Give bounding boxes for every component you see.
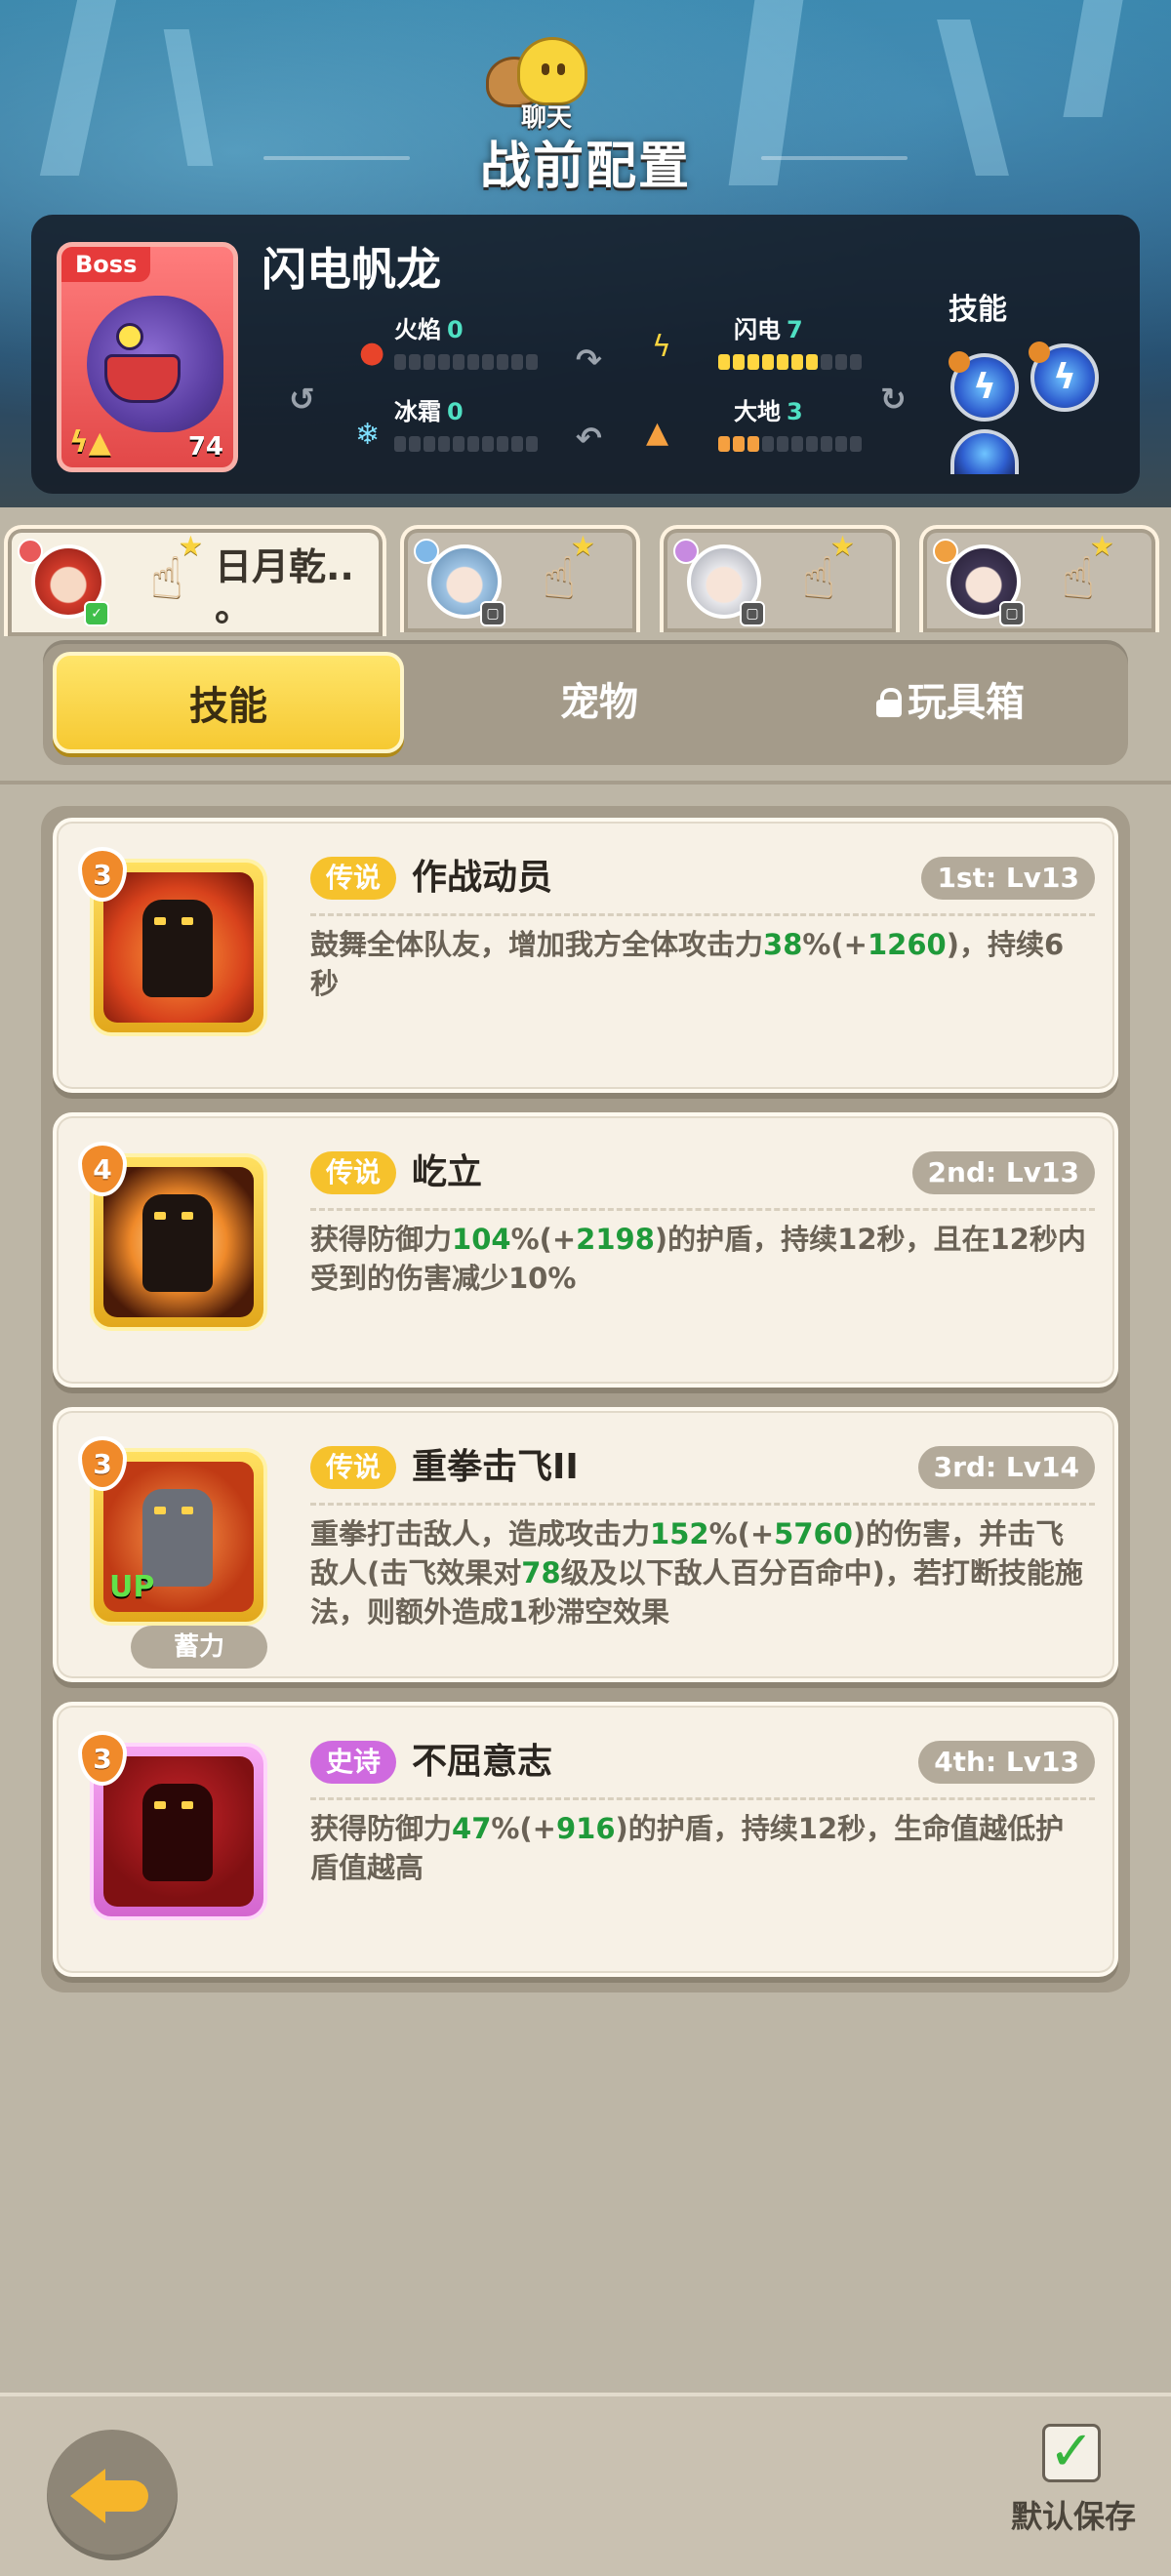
lightning-icon: ϟ — [652, 330, 671, 364]
war-mobilization-icon — [103, 872, 254, 1023]
element-lightning-value: 7 — [787, 316, 803, 343]
boss-level: 74 — [187, 432, 223, 462]
tab-skills[interactable]: 技能 — [53, 652, 404, 753]
hero-status-icon: ✓ — [84, 601, 109, 626]
hero-name: 日月乾.. 。 — [215, 545, 354, 629]
hero-class-badge — [414, 539, 439, 564]
boss-name: 闪电帆龙 — [262, 243, 441, 296]
boss-skill-lightning-icon[interactable]: ϟ — [949, 351, 1019, 422]
rarity-tag: 传说 — [310, 857, 397, 900]
category-tab-bar: 技能 宠物 玩具箱 — [43, 640, 1128, 765]
skill-description: 重拳打击敌人，造成攻击力152%(+5760)的伤害，并击飞敌人(击飞效果对78… — [310, 1517, 1083, 1629]
hero-tab-1[interactable]: ✓ ☝ ★ 日月乾.. 。 — [4, 525, 386, 636]
skill-description: 获得防御力47%(+916)的护盾，持续12秒，生命值越低护盾值越高 — [310, 1812, 1065, 1884]
rarity-tag: 传说 — [310, 1151, 397, 1194]
page-title: 战前配置 — [479, 138, 691, 196]
boss-info-panel: Boss ϟ▲ 74 闪电帆龙 ● 火焰 0 ❄ 冰霜 0 ϟ 闪电 7 ▲ 大地 3 … — [31, 215, 1140, 494]
boss-skill-lightning-icon[interactable]: ϟ — [1029, 342, 1099, 412]
charge-tag: 蓄力 — [131, 1626, 267, 1669]
tap-hand-icon: ☝ ★ — [149, 530, 203, 612]
element-earth-label: 大地 3 — [734, 398, 803, 425]
skill-slot-tag: 4th: Lv13 — [918, 1741, 1095, 1784]
element-arrow-icon: ↺ — [289, 381, 315, 418]
skill-name: 重拳击飞II — [412, 1447, 579, 1487]
heavy-punch-icon: UP — [103, 1462, 254, 1612]
back-arrow-icon — [103, 2480, 148, 2512]
element-lightning-label: 闪电 7 — [734, 316, 803, 343]
skill-description: 获得防御力104%(+2198)的护盾，持续12秒，且在12秒内受到的伤害减少1… — [310, 1223, 1086, 1295]
hero-status-icon: ▢ — [740, 601, 765, 626]
element-lightning-bar — [718, 354, 862, 370]
stand-firm-icon — [103, 1167, 254, 1317]
rarity-tag: 史诗 — [310, 1741, 397, 1784]
skill-slot-tag: 3rd: Lv14 — [917, 1446, 1095, 1489]
element-arrow-icon: ↶ — [576, 420, 602, 457]
skill-slot-tag: 2nd: Lv13 — [911, 1151, 1095, 1194]
element-frost: 冰霜 0 — [394, 392, 538, 452]
dashed-divider — [310, 913, 1095, 916]
element-frost-bar — [394, 436, 538, 452]
indomitable-will-icon — [103, 1756, 254, 1907]
boss-portrait[interactable]: Boss ϟ▲ 74 — [57, 242, 238, 472]
element-fire-value: 0 — [447, 316, 464, 343]
tap-hand-icon: ☝ ★ — [801, 530, 855, 612]
hero-tab-3[interactable]: ▢ ☝ ★ — [660, 525, 900, 632]
hero-tab-4[interactable]: ▢ ☝ ★ — [919, 525, 1159, 632]
back-arrow-icon — [70, 2469, 105, 2523]
back-button[interactable] — [47, 2430, 178, 2560]
lightning-element-icon: ϟ▲ — [69, 425, 111, 460]
upgrade-tag: UP — [109, 1570, 155, 1604]
element-earth-bar — [718, 436, 862, 452]
skill-list: 3 传说 作战动员 1st: Lv13 鼓舞全体队友，增加我方全体攻击力38%(… — [41, 806, 1130, 1992]
boss-dragon-image — [87, 296, 223, 432]
element-arrow-icon: ↷ — [576, 342, 602, 379]
tab-pets[interactable]: 宠物 — [453, 652, 746, 753]
element-fire-bar — [394, 354, 538, 370]
dashed-divider — [310, 1208, 1095, 1211]
element-earth-value: 3 — [787, 398, 803, 425]
skill-slot-tag: 1st: Lv13 — [921, 857, 1095, 900]
divider — [0, 781, 1171, 785]
skill-description: 鼓舞全体队友，增加我方全体攻击力38%(+1260)，持续6秒 — [310, 928, 1065, 1000]
tab-toybox[interactable]: 玩具箱 — [804, 652, 1097, 753]
tap-hand-icon: ☝ ★ — [542, 530, 595, 612]
chat-bubble-front — [517, 37, 587, 105]
element-lightning: 闪电 7 — [718, 310, 862, 370]
frost-icon: ❄ — [355, 418, 381, 452]
hero-class-badge — [673, 539, 699, 564]
crystal-decoration — [1063, 0, 1123, 117]
hero-tab-2[interactable]: ▢ ☝ ★ — [400, 525, 640, 632]
boss-skill-lightning-icon[interactable] — [950, 429, 1019, 474]
hero-status-icon: ▢ — [999, 601, 1025, 626]
skill-card-4[interactable]: 3 史诗 不屈意志 4th: Lv13 获得防御力47%(+916)的护盾，持续… — [53, 1702, 1118, 1977]
element-fire-label: 火焰 0 — [394, 316, 464, 343]
skill-card-1[interactable]: 3 传说 作战动员 1st: Lv13 鼓舞全体队友，增加我方全体攻击力38%(… — [53, 818, 1118, 1093]
skill-name: 屹立 — [412, 1152, 483, 1192]
element-arrow-icon: ↻ — [880, 381, 907, 418]
bottom-bar: ✓ 默认保存 — [0, 2393, 1171, 2576]
default-save-checkbox[interactable]: ✓ — [1042, 2424, 1101, 2482]
hero-class-badge — [933, 539, 958, 564]
hero-class-badge — [18, 539, 43, 564]
dashed-divider — [310, 1797, 1095, 1800]
element-frost-label: 冰霜 0 — [394, 398, 464, 425]
tap-hand-icon: ☝ ★ — [1061, 530, 1114, 612]
element-frost-value: 0 — [447, 398, 464, 425]
skill-card-3[interactable]: UP 3 蓄力 传说 重拳击飞II 3rd: Lv14 重拳打击敌人，造成攻击力… — [53, 1407, 1118, 1682]
fire-icon: ● — [359, 336, 385, 370]
element-fire: 火焰 0 — [394, 310, 538, 370]
tab-toybox-label: 玩具箱 — [908, 680, 1025, 725]
dashed-divider — [310, 1503, 1095, 1506]
skill-name: 作战动员 — [412, 858, 553, 898]
boss-skills-title: 技能 — [949, 293, 1007, 327]
skill-name: 不屈意志 — [412, 1742, 553, 1782]
earth-icon: ▲ — [646, 416, 669, 450]
default-save-label[interactable]: 默认保存 — [1011, 2492, 1136, 2537]
element-earth: 大地 3 — [718, 392, 862, 452]
rarity-tag: 传说 — [310, 1446, 397, 1489]
skill-card-2[interactable]: 4 传说 屹立 2nd: Lv13 获得防御力104%(+2198)的护盾，持续… — [53, 1112, 1118, 1388]
boss-tag: Boss — [61, 247, 151, 282]
hero-status-icon: ▢ — [480, 601, 505, 626]
lock-icon — [876, 688, 902, 717]
